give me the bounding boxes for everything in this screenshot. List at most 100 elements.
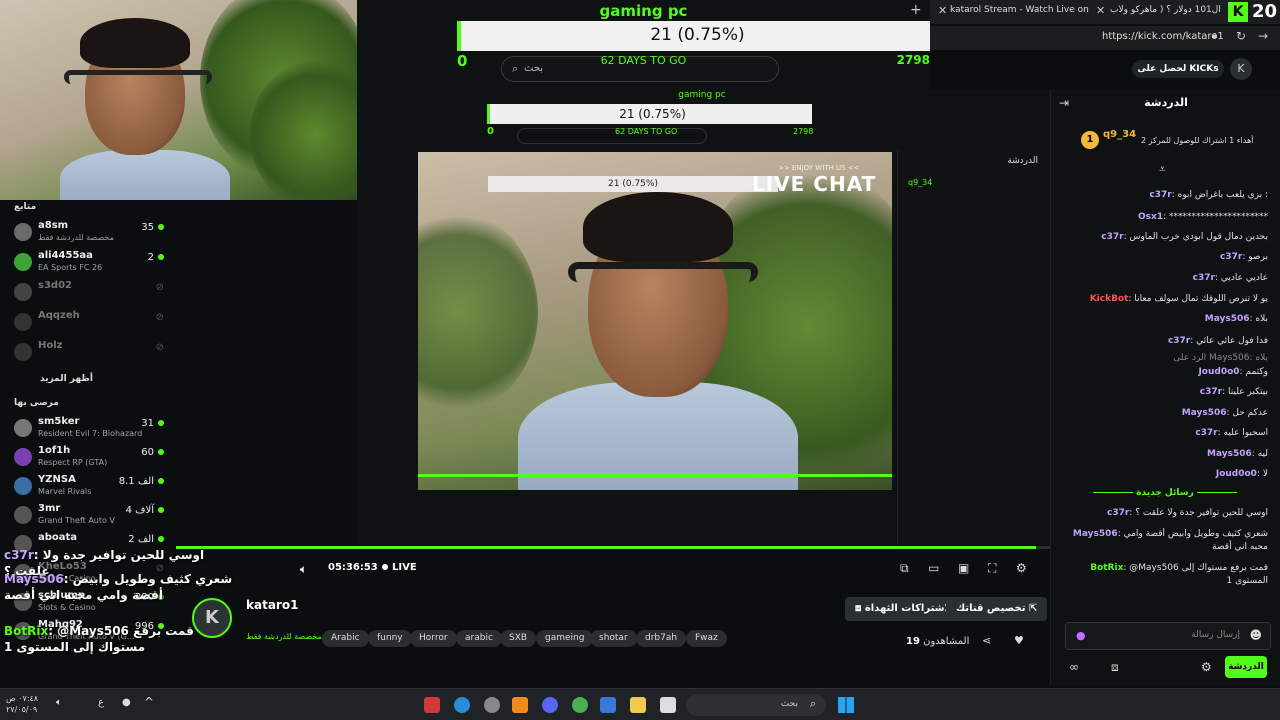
chat-username[interactable]: Osx1 <box>1138 212 1163 222</box>
sidebar-channel[interactable]: 3mr Grand Theft Auto V 4 آلاف <box>14 503 164 529</box>
chat-username[interactable]: c37r <box>1200 387 1222 397</box>
pip-icon[interactable]: ▣ <box>958 561 969 575</box>
tab-close-icon[interactable]: ✕ <box>938 4 947 17</box>
channel-name[interactable]: kataro1 <box>246 598 298 612</box>
language-indicator[interactable]: ع <box>98 697 104 708</box>
chevron-up-icon[interactable]: ^ <box>144 695 154 709</box>
chat-username[interactable]: c37r <box>1107 508 1129 518</box>
vlc-icon[interactable] <box>512 697 528 713</box>
video-progress[interactable] <box>418 474 892 477</box>
sidebar-channel-name: ali4455aa <box>38 250 93 261</box>
send-chat-button[interactable]: الدردشة <box>1225 656 1267 678</box>
chat-username[interactable]: Mays506 <box>1207 449 1252 459</box>
reload-icon[interactable]: ↻ <box>1236 29 1246 43</box>
viewer-count-value: 8.1 الف <box>118 476 154 487</box>
inner-goal-value: 21 (0.75%) <box>619 107 686 121</box>
tab-kick-stream[interactable]: katarol Stream - Watch Live on K <box>950 5 1090 15</box>
get-kicks-button[interactable]: لحصل على KICKs <box>1132 60 1224 78</box>
stream-tag[interactable]: drb7ah <box>636 630 687 647</box>
sidebar-channel-name: s3d02 <box>38 280 72 291</box>
stream-tag[interactable]: Horror <box>410 630 457 647</box>
chat-text: عدكم حل <box>1232 408 1268 418</box>
speaker-icon[interactable]: 🔈︎ <box>56 697 62 708</box>
video-player[interactable]: 21 (0.75%) >> ENJOY WITH US << LIVE CHAT <box>418 152 892 490</box>
gear-icon[interactable]: ⚙ <box>1201 660 1212 674</box>
stream-tag[interactable]: SXB <box>500 630 537 647</box>
chat-username[interactable]: c37r <box>1168 336 1190 346</box>
taskbar-search[interactable]: ⌕ بحث <box>686 694 826 716</box>
stream-tag[interactable]: funny <box>368 630 412 647</box>
tab-close-icon[interactable]: ✕ <box>1096 4 1105 17</box>
channel-avatar[interactable]: K <box>192 598 232 638</box>
mic-icon[interactable]: ● <box>1076 629 1086 642</box>
fullscreen-icon[interactable]: ⛶ <box>988 561 996 576</box>
chat-username[interactable]: Mays506 <box>1205 314 1250 324</box>
sidebar-channel[interactable]: YZNSA Marvel Rivals 8.1 الف <box>14 474 164 500</box>
app-icon[interactable] <box>424 697 440 713</box>
live-dot-icon <box>158 507 164 513</box>
chat-message: c37r: عاديي عاديي <box>1061 273 1268 283</box>
chat-username[interactable]: c37r <box>1149 190 1171 200</box>
chat-username[interactable]: BotRix <box>1090 563 1123 573</box>
sidebar-channel[interactable]: s3d02 ⊘ <box>14 280 164 306</box>
nested-sidebar <box>173 200 293 545</box>
sidebar-channel[interactable]: ali4455aa EA Sports FC 26 2 <box>14 250 164 276</box>
profile-avatar-icon[interactable]: K <box>1230 58 1252 80</box>
settings-icon[interactable]: ∞ <box>1069 660 1079 674</box>
chat-username[interactable]: Mays506 <box>1073 529 1118 539</box>
discord-icon[interactable] <box>542 697 558 713</box>
sidebar: متابع a8sm مخصصة للدردشة فقط 35 ali4455aa EA… <box>0 200 173 641</box>
chat-username[interactable]: Joud0o0 <box>1198 367 1239 377</box>
sidebar-channel[interactable]: Holz ⊘ <box>14 340 164 366</box>
chat-username[interactable]: KickBot <box>1090 294 1129 304</box>
follow-icon[interactable]: ♥ <box>1014 634 1024 647</box>
stream-tag[interactable]: Fwaz <box>686 630 727 647</box>
chat-username[interactable]: c37r <box>1101 232 1123 242</box>
sidebar-channel[interactable]: 1of1h Respect RP (GTA) 60 <box>14 445 164 471</box>
store-icon[interactable] <box>600 697 616 713</box>
folder-icon[interactable] <box>630 697 646 713</box>
sidebar-channel[interactable]: sm5ker Resident Evil 7: Biohazard 31 <box>14 416 164 442</box>
chat-username[interactable]: Mays506 <box>1182 408 1227 418</box>
gift-icon: ⧈ <box>855 603 865 614</box>
chevron-down-icon[interactable]: ⩡ <box>1159 162 1166 177</box>
clip-icon[interactable]: ⧉ <box>900 561 909 576</box>
theater-icon[interactable]: ▭ <box>928 561 939 575</box>
chat-message: Osx1: ********************** <box>1061 212 1268 222</box>
new-tab-button[interactable]: + <box>910 2 922 18</box>
chat-message: Mays506: شعري كثيف وطويل وابيض أقصة وامي… <box>1061 528 1268 554</box>
app-icon[interactable] <box>484 697 500 713</box>
edge-icon[interactable] <box>454 697 470 713</box>
chat-username[interactable]: c37r <box>1220 252 1242 262</box>
chat-message: Mays506: عدكم حل <box>1061 408 1268 418</box>
app-icon[interactable] <box>660 697 676 713</box>
tab-video[interactable]: شكلة ال101 دولار ؟ ( ماهركو ولأب <box>1110 5 1222 15</box>
stream-tag[interactable]: arabic <box>456 630 502 647</box>
forward-icon[interactable]: → <box>1258 29 1268 43</box>
emoji-icon[interactable]: ☻ <box>1249 628 1262 642</box>
browser-urlbar[interactable]: https://kick.com/kataro1 🔒︎ ↻ → <box>930 26 1280 50</box>
share-icon[interactable]: ⋖ <box>982 634 991 647</box>
channel-avatar <box>14 343 32 361</box>
collapse-chat-icon[interactable]: ⇥ <box>1059 96 1074 111</box>
mic-icon[interactable]: ● <box>122 697 131 708</box>
chat-username[interactable]: Joud0o0 <box>1216 469 1257 479</box>
volume-icon[interactable]: 🔈︎ <box>300 562 307 577</box>
gear-icon[interactable]: ⚙ <box>1016 561 1027 575</box>
gift-icon[interactable]: ⧈ <box>1111 660 1119 675</box>
stream-tag[interactable]: gameing <box>536 630 594 647</box>
chrome-icon[interactable] <box>572 697 588 713</box>
chat-username[interactable]: c37r <box>1195 428 1217 438</box>
sidebar-channel-name: 1of1h <box>38 445 71 456</box>
sidebar-channel[interactable]: Aqqzeh ⊘ <box>14 310 164 336</box>
seek-bar[interactable] <box>176 546 1050 549</box>
sidebar-channel[interactable]: a8sm مخصصة للدردشة فقط 35 <box>14 220 164 246</box>
stream-tag[interactable]: Arabic <box>322 630 369 647</box>
chat-username[interactable]: c37r <box>1193 273 1215 283</box>
stream-tag[interactable]: shotar <box>590 630 637 647</box>
show-more-link[interactable]: أظهر المزيد <box>40 374 93 384</box>
subscribe-button[interactable]: تخصيص قناتك ⇱ <box>946 597 1048 621</box>
channel-category[interactable]: مخصصة للدردشة فقط <box>246 632 322 641</box>
chat-input[interactable]: ● إرسال رسالة ☻ <box>1065 622 1271 650</box>
windows-start-icon[interactable] <box>838 697 854 713</box>
